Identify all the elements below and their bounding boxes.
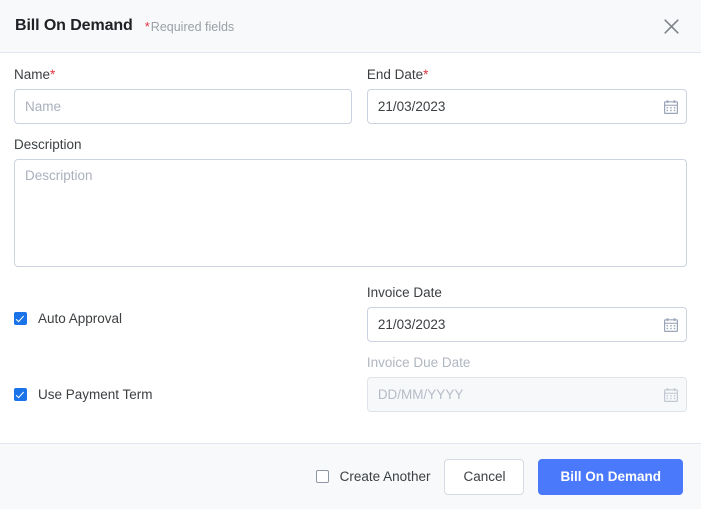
name-input-wrap	[14, 89, 352, 124]
name-field-group: Name*	[14, 67, 352, 124]
create-another-checkbox[interactable]	[315, 470, 329, 483]
name-input[interactable]	[14, 89, 352, 124]
invoice-date-input[interactable]	[366, 307, 687, 342]
invoice-date-field-group: Invoice Date	[366, 285, 687, 342]
layout-spacer-2	[14, 336, 352, 377]
dialog-footer: Create Another Cancel Bill On Demand	[0, 443, 701, 509]
invoice-due-date-field-group: Invoice Due Date	[366, 355, 687, 412]
auto-approval-checkbox[interactable]	[14, 312, 27, 325]
calendar-icon	[664, 387, 678, 402]
use-payment-term-row[interactable]: Use Payment Term	[14, 377, 352, 412]
required-fields-label: Required fields	[150, 19, 235, 34]
auto-approval-row[interactable]: Auto Approval	[14, 301, 352, 336]
name-label: Name*	[14, 67, 352, 83]
end-date-required-asterisk: *	[423, 67, 429, 82]
name-required-asterisk: *	[50, 67, 56, 82]
end-date-input[interactable]	[366, 89, 687, 124]
required-fields-note: * Required fields	[145, 19, 234, 34]
bill-on-demand-dialog: Bill On Demand * Required fields Name* N…	[0, 0, 701, 509]
end-date-field-group: End Date*	[366, 67, 687, 124]
auto-approval-label[interactable]: Auto Approval	[38, 311, 122, 326]
end-date-input-wrap	[366, 89, 687, 124]
calendar-icon[interactable]	[664, 99, 678, 114]
dialog-title: Bill On Demand	[15, 17, 133, 34]
description-label: Description	[14, 137, 82, 152]
dialog-header: Bill On Demand * Required fields	[0, 0, 701, 53]
create-another-label[interactable]: Create Another	[340, 469, 431, 484]
end-date-label-text: End Date	[366, 67, 424, 82]
checkbox-column: Auto Approval Use Payment Term	[14, 285, 352, 425]
use-payment-term-checkbox[interactable]	[14, 388, 27, 401]
dates-column: Invoice Date 21/03/2023 Invoice Due Date…	[366, 285, 687, 425]
invoice-due-date-label: Invoice Due Date	[366, 355, 471, 370]
dialog-body: Name* End Date*	[0, 53, 701, 443]
name-enddate-row: Name* End Date*	[14, 67, 687, 137]
bill-on-demand-submit-button[interactable]: Bill On Demand	[538, 458, 683, 495]
layout-spacer	[14, 285, 352, 301]
invoice-due-date-input	[366, 377, 687, 412]
options-dates-row: Auto Approval Use Payment Term Invoice D…	[14, 285, 687, 425]
cancel-button[interactable]: Cancel	[444, 458, 525, 495]
required-asterisk: *	[144, 18, 150, 34]
invoice-date-label: Invoice Date	[366, 285, 442, 300]
use-payment-term-label[interactable]: Use Payment Term	[38, 387, 153, 402]
close-icon[interactable]	[657, 12, 685, 40]
description-textarea[interactable]	[14, 159, 687, 267]
end-date-label: End Date*	[367, 67, 687, 83]
description-field-group: Description	[14, 137, 687, 272]
calendar-icon[interactable]	[664, 317, 678, 332]
create-another-row[interactable]: Create Another	[315, 469, 431, 484]
name-label-text: Name	[14, 67, 51, 82]
invoice-due-date-input-wrap	[366, 377, 687, 412]
invoice-date-input-wrap	[366, 307, 687, 342]
